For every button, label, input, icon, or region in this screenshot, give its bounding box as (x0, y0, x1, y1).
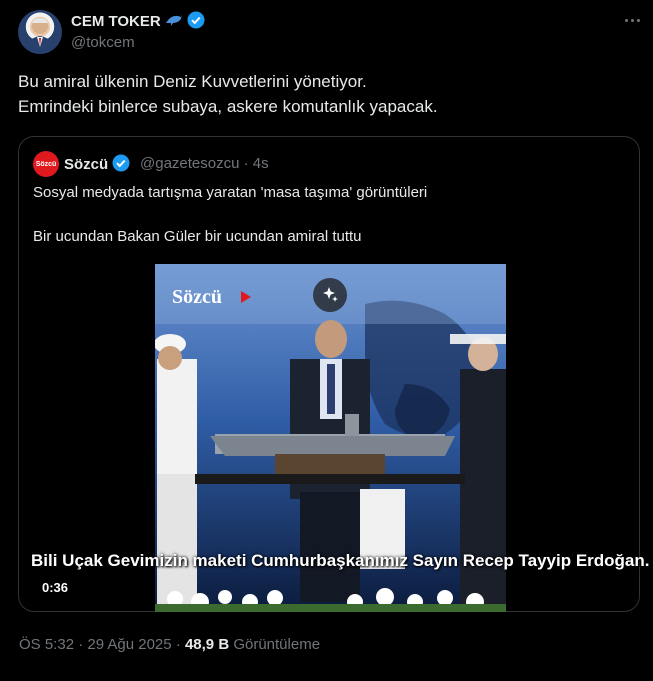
quoted-author-row[interactable]: Sözcü (64, 154, 130, 176)
author-name-row[interactable]: CEM TOKER (71, 11, 205, 33)
views-label: Görüntüleme (229, 636, 321, 653)
tweet-meta: ÖS 5:32 · 29 Ağu 2025 · 48,9 B Görüntüle… (19, 636, 320, 653)
tweet-line: Bu amiral ülkenin Deniz Kuvvetlerini yön… (18, 72, 367, 91)
user-avatar-photo-icon (24, 17, 56, 54)
author-name[interactable]: CEM TOKER (71, 13, 161, 30)
author-handle[interactable]: @tokcem (71, 34, 135, 51)
sparkle-icon[interactable] (313, 278, 347, 312)
verified-badge-icon (112, 154, 130, 176)
view-count: 48,9 B (184, 636, 230, 653)
verified-badge-icon (187, 11, 205, 33)
tweet-line: Emrindeki binlerce subaya, askere komuta… (18, 97, 438, 116)
quoted-text: Sosyal medyada tartışma yaratan 'masa ta… (33, 184, 428, 201)
quoted-author-name[interactable]: Sözcü (64, 156, 108, 173)
timestamp[interactable]: ÖS 5:32 · 29 Ağu 2025 · (19, 636, 185, 653)
quoted-handle-time[interactable]: @gazetesozcu · 4s (140, 155, 269, 172)
sozcu-logo-avatar[interactable]: Sözcü (33, 151, 59, 177)
avatar[interactable] (18, 10, 62, 54)
video-duration: 0:36 (34, 578, 77, 597)
video-watermark: Sözcü (172, 286, 222, 308)
quoted-text: Bir ucundan Bakan Güler bir ucundan amir… (33, 228, 362, 245)
tweet-text: Bu amiral ülkenin Deniz Kuvvetlerini yön… (18, 69, 438, 119)
watermark-play-icon (241, 291, 251, 303)
video-caption: Bili Uçak Gevimizin maketi Cumhurbaşkanı… (31, 551, 650, 570)
more-options-icon[interactable] (618, 9, 646, 31)
dolphin-emoji-icon (165, 13, 183, 32)
